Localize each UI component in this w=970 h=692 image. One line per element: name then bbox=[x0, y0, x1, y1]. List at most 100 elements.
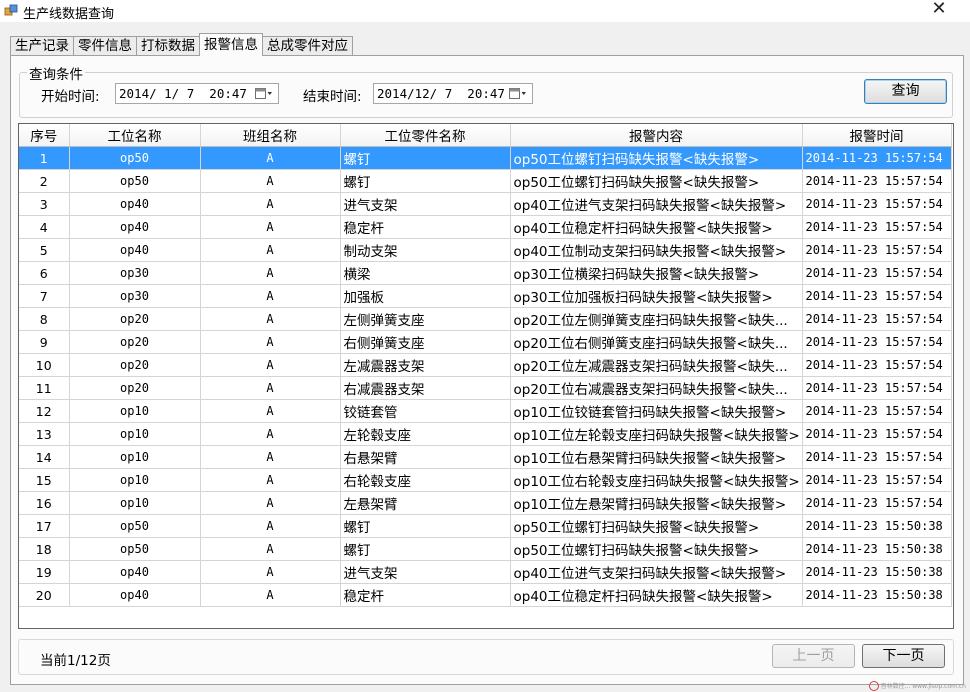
cell-station[interactable]: op50 bbox=[69, 169, 201, 193]
table-row[interactable]: 7 op30 A 加强板 op30工位加强板扫码缺失报警<缺失报警> 2014-11-23… bbox=[19, 284, 952, 308]
cell-alarm-content[interactable]: op10工位左悬架臂扫码缺失报警<缺失报警> bbox=[510, 491, 803, 515]
tab-marking-data[interactable]: 打标数据 bbox=[136, 36, 200, 56]
cell-alarm-content[interactable]: op40工位进气支架扫码缺失报警<缺失报警> bbox=[510, 192, 803, 216]
cell-index[interactable]: 20 bbox=[19, 583, 70, 607]
alarm-data-grid[interactable]: 序号 工位名称 班组名称 工位零件名称 报警内容 报警时间 1 op50 A 螺钉 op… bbox=[18, 123, 954, 629]
cell-part-name[interactable]: 稳定杆 bbox=[340, 583, 511, 607]
table-row[interactable]: 19 op40 A 进气支架 op40工位进气支架扫码缺失报警<缺失报警> 2014-11… bbox=[19, 560, 952, 584]
tab-production-records[interactable]: 生产记录 bbox=[10, 36, 74, 56]
cell-station[interactable]: op40 bbox=[69, 215, 201, 239]
cell-alarm-time[interactable]: 2014-11-23 15:50:38 bbox=[802, 583, 952, 607]
cell-team[interactable]: A bbox=[200, 215, 341, 239]
cell-alarm-time[interactable]: 2014-11-23 15:57:54 bbox=[802, 445, 952, 469]
cell-index[interactable]: 13 bbox=[19, 422, 70, 446]
cell-alarm-content[interactable]: op30工位横梁扫码缺失报警<缺失报警> bbox=[510, 261, 803, 285]
next-page-button[interactable]: 下一页 bbox=[862, 644, 945, 668]
cell-index[interactable]: 11 bbox=[19, 376, 70, 400]
cell-station[interactable]: op40 bbox=[69, 192, 201, 216]
table-row[interactable]: 18 op50 A 螺钉 op50工位螺钉扫码缺失报警<缺失报警> 2014-11-23 … bbox=[19, 537, 952, 561]
cell-alarm-content[interactable]: op40工位制动支架扫码缺失报警<缺失报警> bbox=[510, 238, 803, 262]
cell-index[interactable]: 7 bbox=[19, 284, 70, 308]
table-row[interactable]: 4 op40 A 稳定杆 op40工位稳定杆扫码缺失报警<缺失报警> 2014-11-23… bbox=[19, 215, 952, 239]
cell-part-name[interactable]: 进气支架 bbox=[340, 192, 511, 216]
cell-alarm-content[interactable]: op20工位左减震器支架扫码缺失报警<缺失... bbox=[510, 353, 803, 377]
cell-alarm-time[interactable]: 2014-11-23 15:57:54 bbox=[802, 307, 952, 331]
cell-alarm-time[interactable]: 2014-11-23 15:50:38 bbox=[802, 560, 952, 584]
table-row[interactable]: 14 op10 A 右悬架臂 op10工位右悬架臂扫码缺失报警<缺失报警> 2014-11… bbox=[19, 445, 952, 469]
table-row[interactable]: 13 op10 A 左轮毂支座 op10工位左轮毂支座扫码缺失报警<缺失报警> 2014-… bbox=[19, 422, 952, 446]
cell-station[interactable]: op10 bbox=[69, 422, 201, 446]
cell-team[interactable]: A bbox=[200, 422, 341, 446]
cell-alarm-content[interactable]: op10工位铰链套管扫码缺失报警<缺失报警> bbox=[510, 399, 803, 423]
cell-index[interactable]: 5 bbox=[19, 238, 70, 262]
cell-station[interactable]: op20 bbox=[69, 307, 201, 331]
cell-station[interactable]: op20 bbox=[69, 376, 201, 400]
cell-team[interactable]: A bbox=[200, 583, 341, 607]
cell-part-name[interactable]: 铰链套管 bbox=[340, 399, 511, 423]
cell-team[interactable]: A bbox=[200, 445, 341, 469]
cell-index[interactable]: 1 bbox=[19, 146, 70, 170]
cell-station[interactable]: op10 bbox=[69, 491, 201, 515]
cell-part-name[interactable]: 稳定杆 bbox=[340, 215, 511, 239]
cell-index[interactable]: 10 bbox=[19, 353, 70, 377]
calendar-dropdown-icon[interactable] bbox=[509, 87, 527, 100]
close-button[interactable]: ✕ bbox=[924, 0, 954, 19]
calendar-dropdown-icon[interactable] bbox=[255, 87, 273, 100]
cell-team[interactable]: A bbox=[200, 376, 341, 400]
cell-part-name[interactable]: 右侧弹簧支座 bbox=[340, 330, 511, 354]
cell-index[interactable]: 16 bbox=[19, 491, 70, 515]
column-header-alarm-time[interactable]: 报警时间 bbox=[802, 124, 952, 147]
cell-part-name[interactable]: 右悬架臂 bbox=[340, 445, 511, 469]
cell-station[interactable]: op50 bbox=[69, 537, 201, 561]
cell-alarm-time[interactable]: 2014-11-23 15:50:38 bbox=[802, 514, 952, 538]
start-time-picker[interactable]: 2014/ 1/ 7 20:47 bbox=[115, 83, 279, 104]
cell-alarm-time[interactable]: 2014-11-23 15:57:54 bbox=[802, 399, 952, 423]
cell-team[interactable]: A bbox=[200, 192, 341, 216]
cell-part-name[interactable]: 螺钉 bbox=[340, 537, 511, 561]
cell-station[interactable]: op20 bbox=[69, 353, 201, 377]
cell-station[interactable]: op40 bbox=[69, 583, 201, 607]
cell-station[interactable]: op40 bbox=[69, 560, 201, 584]
cell-team[interactable]: A bbox=[200, 468, 341, 492]
table-row[interactable]: 12 op10 A 铰链套管 op10工位铰链套管扫码缺失报警<缺失报警> 2014-11… bbox=[19, 399, 952, 423]
cell-part-name[interactable]: 右减震器支架 bbox=[340, 376, 511, 400]
cell-station[interactable]: op20 bbox=[69, 330, 201, 354]
cell-index[interactable]: 17 bbox=[19, 514, 70, 538]
prev-page-button[interactable]: 上一页 bbox=[772, 644, 855, 668]
cell-alarm-content[interactable]: op40工位进气支架扫码缺失报警<缺失报警> bbox=[510, 560, 803, 584]
cell-station[interactable]: op50 bbox=[69, 146, 201, 170]
cell-station[interactable]: op30 bbox=[69, 261, 201, 285]
cell-alarm-content[interactable]: op20工位左侧弹簧支座扫码缺失报警<缺失... bbox=[510, 307, 803, 331]
table-row[interactable]: 9 op20 A 右侧弹簧支座 op20工位右侧弹簧支座扫码缺失报警<缺失... 2014… bbox=[19, 330, 952, 354]
cell-station[interactable]: op40 bbox=[69, 238, 201, 262]
cell-station[interactable]: op30 bbox=[69, 284, 201, 308]
cell-alarm-time[interactable]: 2014-11-23 15:57:54 bbox=[802, 261, 952, 285]
cell-part-name[interactable]: 左悬架臂 bbox=[340, 491, 511, 515]
cell-part-name[interactable]: 螺钉 bbox=[340, 169, 511, 193]
column-header-team[interactable]: 班组名称 bbox=[200, 124, 341, 147]
cell-alarm-time[interactable]: 2014-11-23 15:57:54 bbox=[802, 215, 952, 239]
cell-station[interactable]: op10 bbox=[69, 468, 201, 492]
cell-station[interactable]: op10 bbox=[69, 399, 201, 423]
cell-alarm-time[interactable]: 2014-11-23 15:57:54 bbox=[802, 169, 952, 193]
cell-part-name[interactable]: 左侧弹簧支座 bbox=[340, 307, 511, 331]
cell-team[interactable]: A bbox=[200, 353, 341, 377]
cell-alarm-time[interactable]: 2014-11-23 15:50:38 bbox=[802, 537, 952, 561]
cell-alarm-content[interactable]: op10工位右悬架臂扫码缺失报警<缺失报警> bbox=[510, 445, 803, 469]
cell-part-name[interactable]: 左轮毂支座 bbox=[340, 422, 511, 446]
table-row[interactable]: 17 op50 A 螺钉 op50工位螺钉扫码缺失报警<缺失报警> 2014-11-23 … bbox=[19, 514, 952, 538]
cell-index[interactable]: 14 bbox=[19, 445, 70, 469]
cell-alarm-content[interactable]: op30工位加强板扫码缺失报警<缺失报警> bbox=[510, 284, 803, 308]
cell-part-name[interactable]: 螺钉 bbox=[340, 146, 511, 170]
table-row[interactable]: 2 op50 A 螺钉 op50工位螺钉扫码缺失报警<缺失报警> 2014-11-23 1… bbox=[19, 169, 952, 193]
cell-alarm-content[interactable]: op20工位右侧弹簧支座扫码缺失报警<缺失... bbox=[510, 330, 803, 354]
cell-team[interactable]: A bbox=[200, 307, 341, 331]
cell-team[interactable]: A bbox=[200, 261, 341, 285]
cell-team[interactable]: A bbox=[200, 491, 341, 515]
cell-alarm-time[interactable]: 2014-11-23 15:57:54 bbox=[802, 238, 952, 262]
cell-part-name[interactable]: 横梁 bbox=[340, 261, 511, 285]
end-time-picker[interactable]: 2014/12/ 7 20:47 bbox=[373, 83, 533, 104]
cell-alarm-content[interactable]: op40工位稳定杆扫码缺失报警<缺失报警> bbox=[510, 215, 803, 239]
cell-station[interactable]: op10 bbox=[69, 445, 201, 469]
cell-index[interactable]: 2 bbox=[19, 169, 70, 193]
